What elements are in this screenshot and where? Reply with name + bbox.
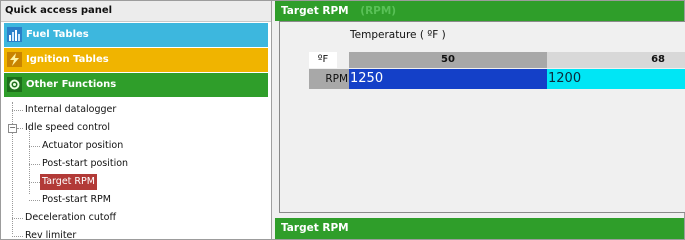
category-label: Fuel Tables (26, 29, 89, 40)
table-cell[interactable]: 1250 (349, 69, 547, 89)
tree-item-actuator-position[interactable]: Actuator position (42, 138, 123, 154)
value-grid: ºF 50 68 RPM 1250 1200 (309, 52, 685, 89)
window-frame: Quick access panel Fuel Tables Ignition … (0, 0, 685, 240)
column-header[interactable]: 50 (349, 52, 547, 68)
table-title-bar: Target RPM (RPM) (275, 1, 684, 21)
corner-label: ºF (309, 52, 337, 68)
tree-guide-line (29, 126, 30, 194)
fuel-table-icon (7, 27, 22, 42)
table-title: Target RPM (281, 5, 349, 17)
category-label: Other Functions (26, 79, 117, 90)
tree-item-target-rpm[interactable]: Target RPM (40, 174, 97, 190)
table-title: Target RPM (281, 222, 349, 234)
table-body: Temperature ( ºF ) ºF 50 68 RPM 1250 120… (279, 21, 685, 213)
tree-item-internal-datalogger[interactable]: Internal datalogger (25, 102, 116, 118)
table-unit: (RPM) (360, 5, 397, 17)
tree-item-idle-speed-control[interactable]: Idle speed control (25, 120, 110, 136)
tree-guide-line (12, 218, 23, 219)
tree-item-deceleration-cutoff[interactable]: Deceleration cutoff (25, 210, 116, 226)
tree-guide-line (12, 110, 23, 111)
column-header-row: ºF 50 68 (309, 52, 685, 68)
tree-guide-line (17, 128, 23, 129)
column-header[interactable]: 68 (547, 52, 685, 68)
tree-guide-line (12, 236, 23, 237)
category-other-functions[interactable]: Other Functions (4, 73, 268, 97)
table-editor-area: Target RPM (RPM) Temperature ( ºF ) ºF 5… (275, 1, 685, 239)
tree-guide-line (12, 102, 13, 234)
row-label: RPM (309, 69, 349, 89)
ignition-icon (7, 52, 22, 67)
tree-item-post-start-position[interactable]: Post-start position (42, 156, 128, 172)
category-fuel-tables[interactable]: Fuel Tables (4, 23, 268, 47)
category-label: Ignition Tables (26, 54, 109, 65)
tree-guide-line (29, 146, 40, 147)
tree-item-rev-limiter[interactable]: Rev limiter (25, 228, 76, 239)
tree-guide-line (29, 200, 40, 201)
tree-item-post-start-rpm[interactable]: Post-start RPM (42, 192, 111, 208)
category-ignition-tables[interactable]: Ignition Tables (4, 48, 268, 72)
table-row: RPM 1250 1200 (309, 69, 685, 89)
tree-guide-line (29, 164, 40, 165)
other-functions-icon (7, 77, 22, 92)
axis-title: Temperature ( ºF ) (350, 29, 446, 41)
quick-access-panel: Quick access panel Fuel Tables Ignition … (1, 1, 272, 239)
tree-guide-line (29, 182, 40, 183)
quick-access-title: Quick access panel (1, 1, 271, 22)
table-cell[interactable]: 1200 (547, 69, 685, 89)
table-title-bar: Target RPM (275, 218, 684, 239)
collapse-toggle-icon[interactable]: − (8, 124, 17, 133)
